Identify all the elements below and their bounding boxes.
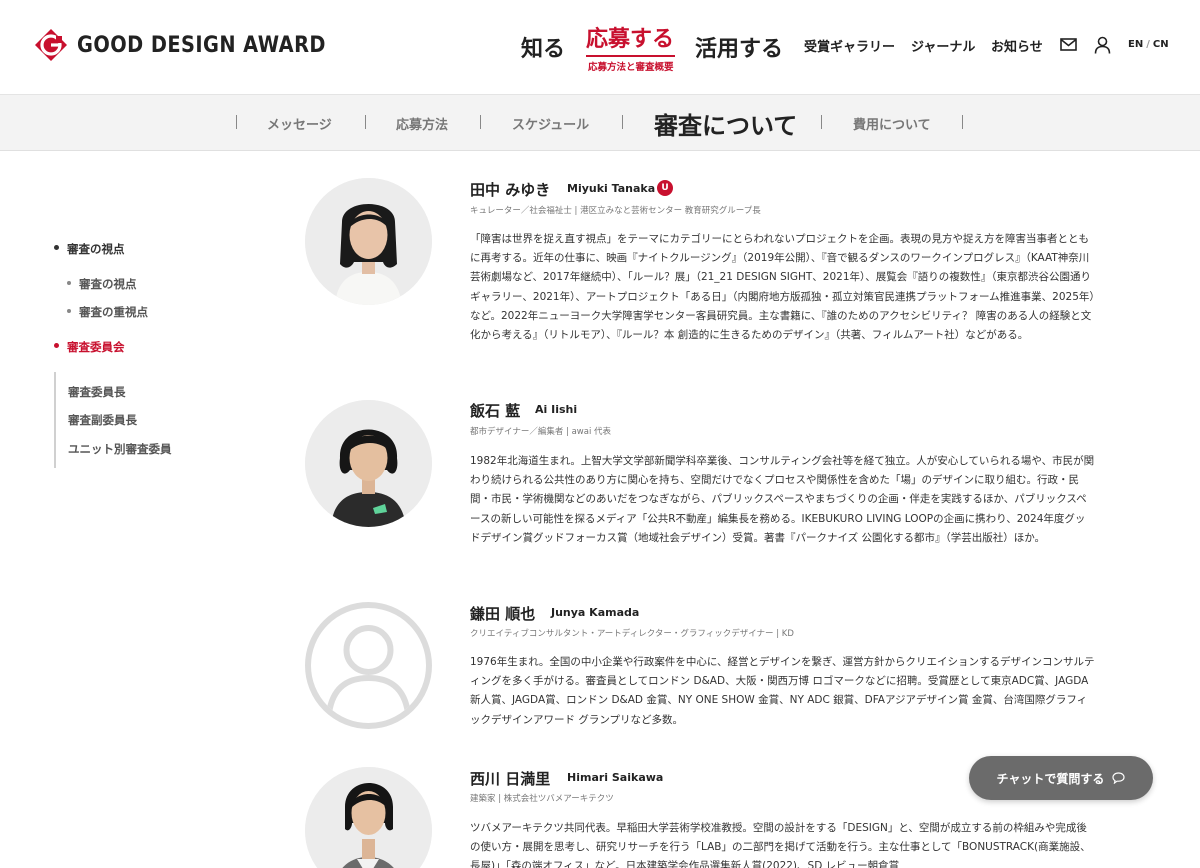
member-role: 都市デザイナー／編集者 | awai 代表 bbox=[470, 427, 612, 437]
member-photo bbox=[305, 400, 432, 527]
logo-text: GOOD DESIGN AWARD bbox=[77, 32, 326, 58]
member-photo bbox=[305, 767, 432, 868]
portrait-icon bbox=[305, 400, 432, 527]
subnav-apply[interactable]: 応募方法 bbox=[396, 114, 448, 133]
member-name-en: Junya Kamada bbox=[551, 606, 640, 619]
member-name: 西川 日満里 bbox=[470, 770, 551, 788]
subnav-divider bbox=[365, 115, 366, 129]
bullet-icon bbox=[67, 309, 71, 313]
member-name-en: Himari Saikawa bbox=[567, 771, 664, 784]
subnav-divider bbox=[821, 115, 822, 129]
member-role: キュレーター／社会福祉士 | 港区立みなと芸術センター 教育研究グループ長 bbox=[470, 206, 761, 216]
avatar-placeholder-icon bbox=[326, 625, 411, 714]
portrait-icon bbox=[305, 178, 432, 305]
user-icon[interactable] bbox=[1094, 36, 1111, 54]
side-section-committee[interactable]: 審査委員会 bbox=[67, 339, 125, 355]
side-item-unit-judges[interactable]: ユニット別審査委員 bbox=[68, 441, 172, 457]
subnav-fees[interactable]: 費用について bbox=[853, 114, 931, 133]
member-bio: ツバメアーキテクツ共同代表。早稲田大学芸術学校准教授。空間の設計をする「DESI… bbox=[470, 822, 1091, 868]
chat-bubble-icon bbox=[1112, 772, 1126, 784]
side-item-chair[interactable]: 審査委員長 bbox=[68, 384, 126, 400]
side-subsection-line bbox=[54, 372, 56, 468]
subnav-divider bbox=[962, 115, 963, 129]
member-role: 建築家 | 株式会社ツバメアーキテクツ bbox=[470, 794, 614, 804]
mail-icon[interactable] bbox=[1060, 38, 1077, 51]
nav-active-underline bbox=[586, 55, 675, 57]
nav-gallery[interactable]: 受賞ギャラリー bbox=[804, 36, 895, 55]
lang-cn[interactable]: CN bbox=[1153, 39, 1169, 50]
lang-en[interactable]: EN bbox=[1128, 39, 1143, 50]
member-name-en: Ai Iishi bbox=[535, 403, 578, 416]
bullet-icon bbox=[54, 245, 59, 250]
lang-separator: / bbox=[1146, 39, 1150, 50]
member-bio: 1976年生まれ。全国の中小企業や行政案件を中心に、経営とデザインを繋ぎ、運営方… bbox=[470, 656, 1095, 726]
member-photo-placeholder bbox=[305, 602, 432, 729]
nav-oubo-subtitle[interactable]: 応募方法と審査概要 bbox=[588, 59, 674, 73]
sub-navigation: メッセージ 応募方法 スケジュール 審査について 費用について bbox=[0, 95, 1200, 151]
side-section-viewpoint[interactable]: 審査の視点 bbox=[67, 241, 125, 257]
member-bio: 1982年北海道生まれ。上智大学文学部新聞学科卒業後、コンサルティング会社等を経… bbox=[470, 455, 1095, 544]
active-bullet-icon bbox=[54, 343, 59, 348]
member-name: 飯石 藍 bbox=[470, 402, 521, 420]
subnav-divider bbox=[236, 115, 237, 129]
member-photo bbox=[305, 178, 432, 305]
u-badge-icon: U bbox=[657, 180, 673, 196]
site-header: GOOD DESIGN AWARD 知る 応募する 応募方法と審査概要 活用する… bbox=[0, 0, 1200, 95]
subnav-divider bbox=[480, 115, 481, 129]
nav-oubo[interactable]: 応募する bbox=[586, 21, 674, 53]
member-role: クリエイティブコンサルタント・アートディレクター・グラフィックデザイナー | K… bbox=[470, 629, 794, 639]
site-logo[interactable]: GOOD DESIGN AWARD bbox=[34, 28, 360, 62]
member-bio: 「障害は世界を捉え直す視点」をテーマにカテゴリーにとらわれないプロジェクトを企画… bbox=[470, 233, 1095, 342]
nav-journal[interactable]: ジャーナル bbox=[911, 36, 975, 55]
nav-news[interactable]: お知らせ bbox=[991, 36, 1043, 55]
side-item-vice-chair[interactable]: 審査副委員長 bbox=[68, 412, 137, 428]
subnav-divider bbox=[622, 115, 623, 129]
subnav-judging[interactable]: 審査について bbox=[654, 106, 797, 141]
side-item-priorities[interactable]: 審査の重視点 bbox=[79, 304, 148, 320]
nav-katsuyou[interactable]: 活用する bbox=[695, 31, 783, 63]
side-item-viewpoint[interactable]: 審査の視点 bbox=[79, 276, 137, 292]
g-mark-logo-icon bbox=[35, 29, 67, 61]
portrait-icon bbox=[305, 767, 432, 868]
member-name: 田中 みゆき bbox=[470, 181, 551, 199]
nav-shiru[interactable]: 知る bbox=[521, 31, 565, 63]
subnav-message[interactable]: メッセージ bbox=[267, 114, 332, 133]
language-switcher: EN / CN bbox=[1128, 39, 1169, 50]
chat-button-label: チャットで質問する bbox=[996, 771, 1105, 786]
bullet-icon bbox=[67, 281, 71, 285]
member-name-en: Miyuki Tanaka bbox=[567, 182, 656, 195]
chat-question-button[interactable]: チャットで質問する bbox=[969, 756, 1153, 800]
subnav-schedule[interactable]: スケジュール bbox=[512, 114, 589, 133]
member-name: 鎌田 順也 bbox=[470, 605, 536, 623]
